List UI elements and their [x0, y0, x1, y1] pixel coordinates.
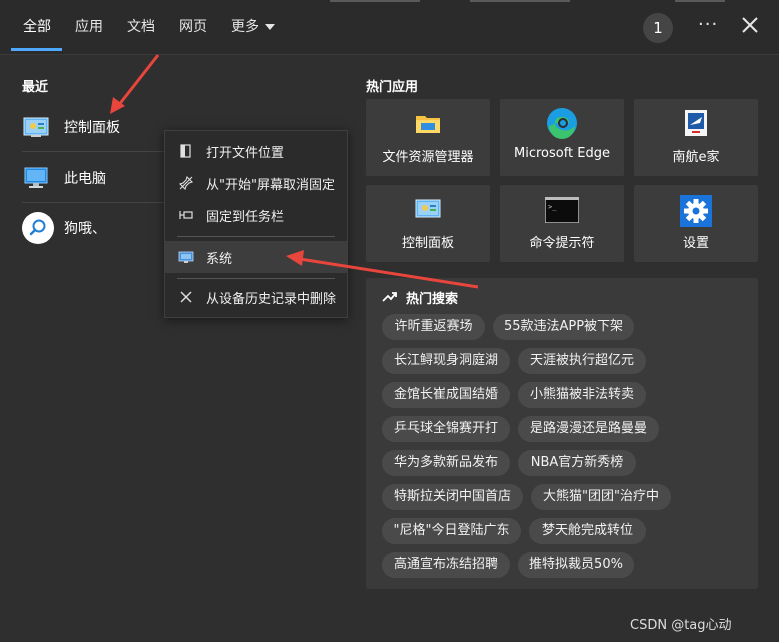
menu-item-system[interactable]: 系统	[165, 241, 347, 273]
app-tile-label: 命令提示符	[529, 236, 595, 251]
app-tile-label: 设置	[682, 236, 709, 251]
app-icon	[685, 110, 707, 136]
tab-more-label: 更多	[231, 19, 259, 35]
menu-item-open-file-location[interactable]: 打开文件位置	[165, 135, 347, 167]
more-options-icon[interactable]: ···	[698, 14, 718, 35]
hot-search-chip[interactable]: 乒乓球全锦赛开打	[382, 416, 510, 442]
top-stub	[675, 0, 725, 2]
recent-title: 最近	[22, 80, 49, 95]
hot-search-chip[interactable]: 金馆长崔成国结婚	[382, 382, 510, 408]
close-icon[interactable]	[740, 15, 760, 35]
control-panel-icon	[23, 117, 49, 137]
recent-divider	[22, 202, 164, 203]
tab-documents[interactable]: 文档	[127, 16, 155, 36]
recent-item-this-pc[interactable]: 此电脑	[22, 155, 162, 201]
hot-search-chip[interactable]: 许昕重返赛场	[382, 314, 485, 340]
active-tab-indicator	[11, 48, 62, 51]
top-bar: 全部 应用 文档 网页 更多 1 ···	[0, 0, 779, 54]
computer-icon	[24, 167, 48, 188]
recent-item-label: 此电脑	[64, 171, 106, 187]
menu-divider	[177, 278, 335, 279]
hot-search-title: 热门搜索	[406, 292, 459, 307]
edge-icon	[547, 108, 577, 139]
recent-item-label: 狗哦、	[64, 221, 106, 237]
menu-item-label: 从"开始"屏幕取消固定	[206, 177, 335, 193]
unpin-icon	[178, 175, 194, 191]
hot-search-chip[interactable]: 天涯被执行超亿元	[518, 348, 646, 374]
hot-apps-title: 热门应用	[366, 80, 419, 95]
app-tile-label: 控制面板	[401, 236, 454, 251]
menu-divider	[177, 236, 335, 237]
recent-item-label: 控制面板	[64, 120, 120, 136]
watermark: CSDN @tag心动	[630, 618, 732, 633]
tab-all[interactable]: 全部	[23, 16, 51, 36]
menu-item-label: 系统	[206, 251, 233, 267]
hot-search-chip[interactable]: 大熊猫"团团"治疗中	[531, 484, 671, 510]
app-tile-command-prompt[interactable]: >_ 命令提示符	[500, 185, 624, 262]
menu-item-label: 固定到任务栏	[206, 209, 285, 225]
top-stub	[470, 0, 570, 2]
tab-apps[interactable]: 应用	[75, 16, 103, 36]
recent-item-control-panel[interactable]: 控制面板	[22, 104, 162, 150]
app-tile-label: 南航e家	[672, 150, 720, 165]
hot-search-chip[interactable]: 梦天舱完成转位	[529, 518, 646, 544]
terminal-icon: >_	[545, 197, 579, 223]
app-tile-edge[interactable]: Microsoft Edge	[500, 99, 624, 176]
menu-item-remove-history[interactable]: 从设备历史记录中删除	[165, 281, 347, 313]
control-panel-icon	[415, 199, 441, 218]
hot-search-chip[interactable]: 小熊猫被非法转卖	[518, 382, 646, 408]
gear-icon	[680, 195, 712, 227]
hot-search-chip[interactable]: 是路漫漫还是路曼曼	[518, 416, 659, 442]
top-stub	[330, 0, 420, 2]
hot-search-chip[interactable]: 高通宣布冻结招聘	[382, 552, 510, 578]
svg-text:>_: >_	[548, 203, 557, 211]
pin-icon	[179, 211, 193, 219]
hot-search-chip[interactable]: 特斯拉关闭中国首店	[382, 484, 523, 510]
hot-search-chip[interactable]: 推特拟裁员50%	[518, 552, 634, 578]
menu-item-unpin-start[interactable]: 从"开始"屏幕取消固定	[165, 167, 347, 199]
app-tile-control-panel[interactable]: 控制面板	[366, 185, 490, 262]
system-icon	[178, 251, 194, 263]
hot-search-chip[interactable]: 华为多款新品发布	[382, 450, 510, 476]
app-tile-file-explorer[interactable]: 文件资源管理器	[366, 99, 490, 176]
search-icon	[22, 212, 54, 244]
close-icon	[180, 291, 192, 303]
app-tile-label: 文件资源管理器	[382, 150, 474, 165]
hot-search-chip[interactable]: 55款违法APP被下架	[493, 314, 634, 340]
annotation-arrow	[116, 54, 160, 107]
app-tile-settings[interactable]: 设置	[634, 185, 758, 262]
chevron-down-icon	[265, 24, 275, 30]
top-divider	[0, 54, 779, 55]
tab-more[interactable]: 更多	[231, 16, 275, 36]
menu-item-label: 从设备历史记录中删除	[206, 291, 337, 307]
recent-item-search[interactable]: 狗哦、	[22, 205, 162, 251]
hot-search-chip[interactable]: NBA官方新秀榜	[518, 450, 636, 476]
hot-search-chip[interactable]: "尼格"今日登陆广东	[382, 518, 521, 544]
menu-item-pin-taskbar[interactable]: 固定到任务栏	[165, 199, 347, 231]
trending-icon	[382, 292, 397, 302]
file-explorer-icon	[416, 116, 440, 133]
rewards-badge[interactable]: 1	[643, 13, 673, 43]
open-folder-icon	[180, 144, 191, 158]
menu-item-label: 打开文件位置	[206, 145, 285, 161]
app-tile-nanhang[interactable]: 南航e家	[634, 99, 758, 176]
app-tile-label: Microsoft Edge	[513, 146, 610, 161]
context-menu: 打开文件位置 从"开始"屏幕取消固定 固定到任务栏 系统 从设备历史记录中删除	[164, 130, 348, 318]
hot-search-chip[interactable]: 长江鲟现身洞庭湖	[382, 348, 510, 374]
recent-divider	[22, 151, 164, 152]
tab-web[interactable]: 网页	[179, 16, 207, 36]
